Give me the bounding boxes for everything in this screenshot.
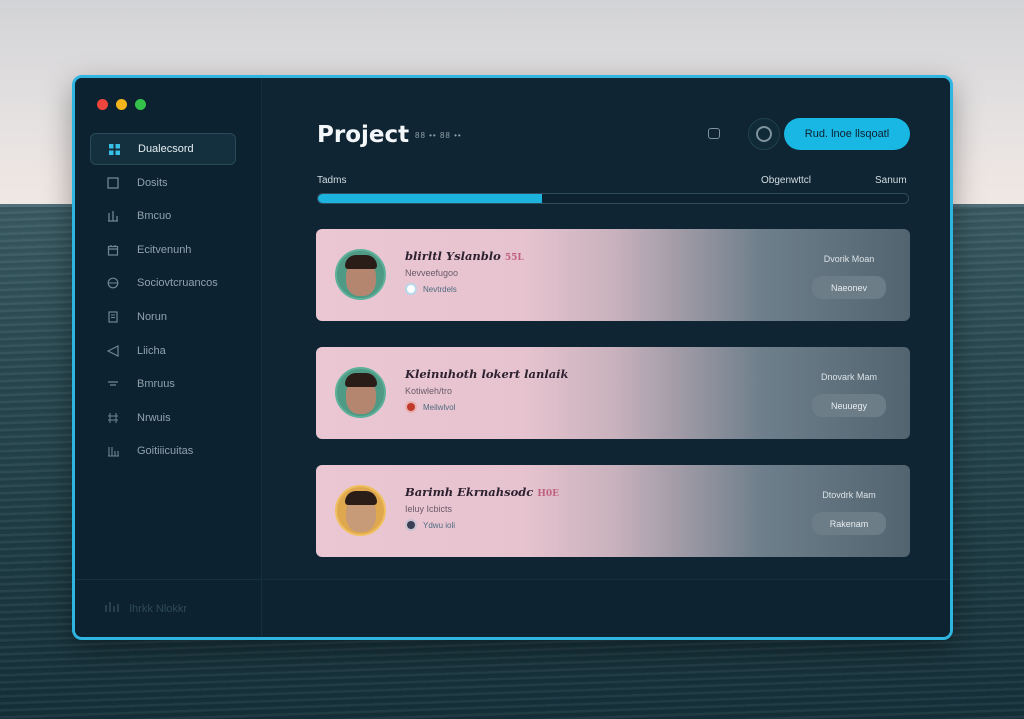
member-status: Dvorik Moan: [823, 254, 875, 264]
member-tag: Nevtrdels: [405, 283, 457, 295]
tag-dot-icon: [405, 401, 417, 413]
sidebar-nav: Dualecsord Dosits Bmcuo Ecitvenunh Socio…: [90, 133, 236, 469]
maximize-window-button[interactable]: [135, 99, 146, 110]
grid-icon: [104, 411, 122, 425]
chart-icon: [104, 209, 122, 223]
member-action-button[interactable]: Naeonev: [812, 276, 886, 299]
member-tag: Ydwu ioli: [405, 519, 455, 531]
avatar: [335, 249, 386, 300]
avatar: [335, 485, 386, 536]
progress-bar-fill: [318, 194, 543, 203]
sidebar-item-5[interactable]: Sociovtcruancos: [90, 267, 236, 299]
calendar-icon: [104, 243, 122, 257]
member-card[interactable]: Kleinuhoth lokert lanlaik Kotiwleh/tro M…: [316, 347, 910, 439]
member-action-button[interactable]: Rakenam: [812, 512, 886, 535]
member-name: Kleinuhoth lokert lanlaik: [405, 367, 569, 381]
member-card[interactable]: blirltl Yslanblo 55L Nevveefugoo Nevtrde…: [316, 229, 910, 321]
sidebar-item-3[interactable]: Bmcuo: [90, 200, 236, 232]
sidebar-item-label: Sociovtcruancos: [137, 277, 218, 290]
sidebar-item-label: Bmruus: [137, 378, 175, 391]
progress-bar: [317, 193, 909, 204]
member-name: Barimh Ekrnahsodc H0E: [405, 485, 559, 499]
main-content: Project 88 •• 88 •• Rud. lnoe llsqoatl T…: [263, 78, 950, 637]
progress-label-mid: Obgenwttcl: [761, 175, 812, 186]
team-icon: [104, 444, 122, 458]
sidebar-item-label: Ecitvenunh: [137, 243, 192, 256]
send-icon: [104, 344, 122, 358]
member-role: Ieluy Icbicts: [405, 504, 453, 514]
sidebar-item-label: Bmcuo: [137, 210, 172, 223]
sidebar-item-2[interactable]: Dosits: [90, 167, 236, 199]
sidebar-item-label: Nrwuis: [137, 411, 171, 424]
globe-icon: [104, 276, 122, 290]
member-card[interactable]: Barimh Ekrnahsodc H0E Ieluy Icbicts Ydwu…: [316, 465, 910, 557]
footer-icon: [105, 601, 119, 616]
member-status: Dtovdrk Mam: [822, 490, 876, 500]
sidebar-footer-label: Ihrkk Nlokkr: [129, 602, 188, 615]
sidebar-item-label: Norun: [137, 310, 167, 323]
sidebar-item-9[interactable]: Nrwuis: [90, 402, 236, 434]
app-window: Dualecsord Dosits Bmcuo Ecitvenunh Socio…: [72, 75, 953, 640]
sidebar-item-label: Goitiiicuitas: [137, 445, 194, 458]
sidebar-item-dashboard[interactable]: Dualecsord: [90, 133, 236, 165]
dashboard-icon: [105, 142, 123, 156]
avatar: [335, 367, 386, 418]
document-icon: [104, 310, 122, 324]
page-subtitle: 88 •• 88 ••: [415, 131, 462, 140]
sidebar-item-7[interactable]: Liicha: [90, 335, 236, 367]
sidebar-item-10[interactable]: Goitiiicuitas: [90, 435, 236, 467]
member-tag: Meilwlvol: [405, 401, 455, 413]
sidebar-item-4[interactable]: Ecitvenunh: [90, 234, 236, 266]
sidebar-item-6[interactable]: Norun: [90, 301, 236, 333]
status-toggle-button[interactable]: [748, 118, 780, 150]
window-controls: [97, 99, 146, 110]
minimize-window-button[interactable]: [116, 99, 127, 110]
close-window-button[interactable]: [97, 99, 108, 110]
member-action-button[interactable]: Neuuegy: [812, 394, 886, 417]
member-role: Nevveefugoo: [405, 268, 459, 278]
sidebar-item-label: Dosits: [137, 176, 168, 189]
page-title: Project: [317, 122, 410, 148]
progress-label-right: Sanum: [875, 175, 907, 186]
primary-action-button[interactable]: Rud. lnoe llsqoatl: [784, 118, 910, 150]
member-name: blirltl Yslanblo 55L: [405, 249, 524, 263]
tag-dot-icon: [405, 519, 417, 531]
sidebar-item-label: Dualecsord: [138, 143, 194, 155]
square-icon: [104, 176, 122, 190]
progress-label-left: Tadms: [317, 175, 347, 186]
tag-dot-icon: [405, 283, 417, 295]
sidebar: Dualecsord Dosits Bmcuo Ecitvenunh Socio…: [75, 78, 262, 637]
circle-icon: [756, 126, 772, 142]
member-role: Kotiwleh/tro: [405, 386, 453, 396]
sidebar-footer: Ihrkk Nlokkr: [75, 579, 261, 637]
member-status: Dnovark Mam: [820, 372, 877, 382]
list-icon: [104, 377, 122, 391]
sidebar-item-label: Liicha: [137, 344, 166, 357]
clipboard-icon[interactable]: [708, 128, 720, 139]
sidebar-item-8[interactable]: Bmruus: [90, 368, 236, 400]
